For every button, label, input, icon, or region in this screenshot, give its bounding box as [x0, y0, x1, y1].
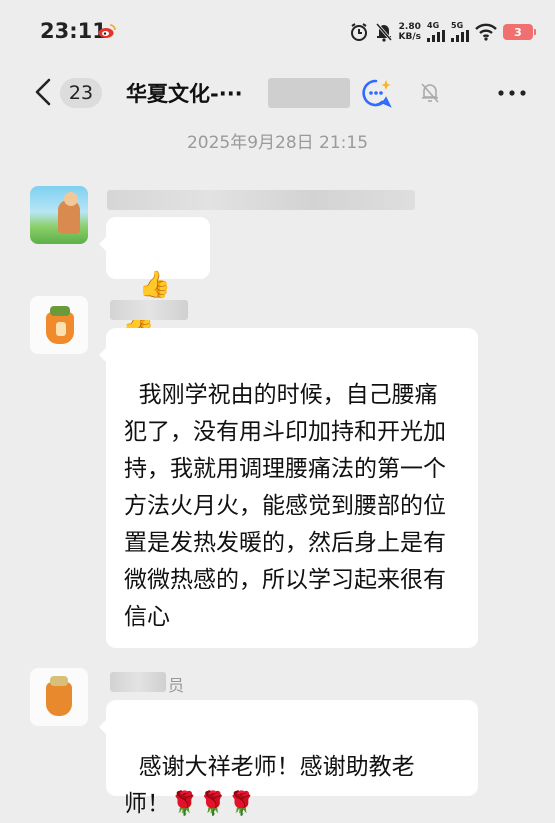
- signal-bars-icon: [427, 30, 445, 42]
- message-text: 感谢大祥老师！感谢助教老师！🌹🌹🌹: [124, 754, 415, 817]
- network-speed-value: 2.80: [398, 22, 421, 32]
- status-icons: 2.80 KB/s 4G 5G 3: [349, 17, 536, 47]
- signal-5g: 5G: [451, 22, 469, 42]
- chat-bubble[interactable]: 感谢大祥老师！感谢助教老师！🌹🌹🌹: [99, 700, 478, 817]
- network-speed-unit: KB/s: [398, 32, 421, 42]
- signal-5g-label: 5G: [451, 21, 464, 30]
- chat-header: 23 华夏文化-···: [0, 64, 555, 120]
- sender-name-redacted: [110, 300, 188, 320]
- battery-icon: 3: [503, 24, 536, 40]
- message-text: 我刚学祝由的时候，自己腰痛犯了，没有用斗印加持和开光加持，我就用调理腰痛法的第一…: [124, 382, 446, 630]
- avatar[interactable]: [30, 186, 88, 244]
- more-options-icon[interactable]: [498, 90, 526, 96]
- unread-count-badge[interactable]: 23: [60, 78, 102, 108]
- notification-muted-icon: [421, 83, 439, 103]
- back-arrow-icon[interactable]: [34, 78, 52, 106]
- status-bar: 23:11 2.80 KB/s 4G 5G 3: [0, 0, 555, 64]
- sender-name-redacted: [107, 190, 415, 210]
- battery-level: 3: [514, 25, 522, 39]
- sender-name-redacted: [110, 672, 166, 692]
- mute-notification-icon: [375, 23, 392, 42]
- avatar[interactable]: [30, 668, 88, 726]
- chat-bubble[interactable]: 👍👍: [99, 217, 210, 338]
- signal-4g-label: 4G: [427, 21, 440, 30]
- signal-bars-icon: [451, 30, 469, 42]
- weibo-icon: [98, 24, 116, 38]
- ai-assistant-icon[interactable]: [360, 77, 392, 109]
- wifi-icon: [475, 23, 497, 41]
- chat-bubble[interactable]: 我刚学祝由的时候，自己腰痛犯了，没有用斗印加持和开光加持，我就用调理腰痛法的第一…: [99, 328, 478, 648]
- chat-title[interactable]: 华夏文化-···: [126, 78, 243, 108]
- alarm-icon: [350, 23, 367, 41]
- avatar[interactable]: [30, 296, 88, 354]
- message-timestamp: 2025年9月28日 21:15: [186, 133, 369, 153]
- network-speed: 2.80 KB/s: [399, 22, 421, 42]
- clock: 23:11: [40, 19, 107, 43]
- title-redacted: [268, 78, 350, 108]
- sender-name: 员: [168, 676, 185, 695]
- signal-4g: 4G: [427, 22, 445, 42]
